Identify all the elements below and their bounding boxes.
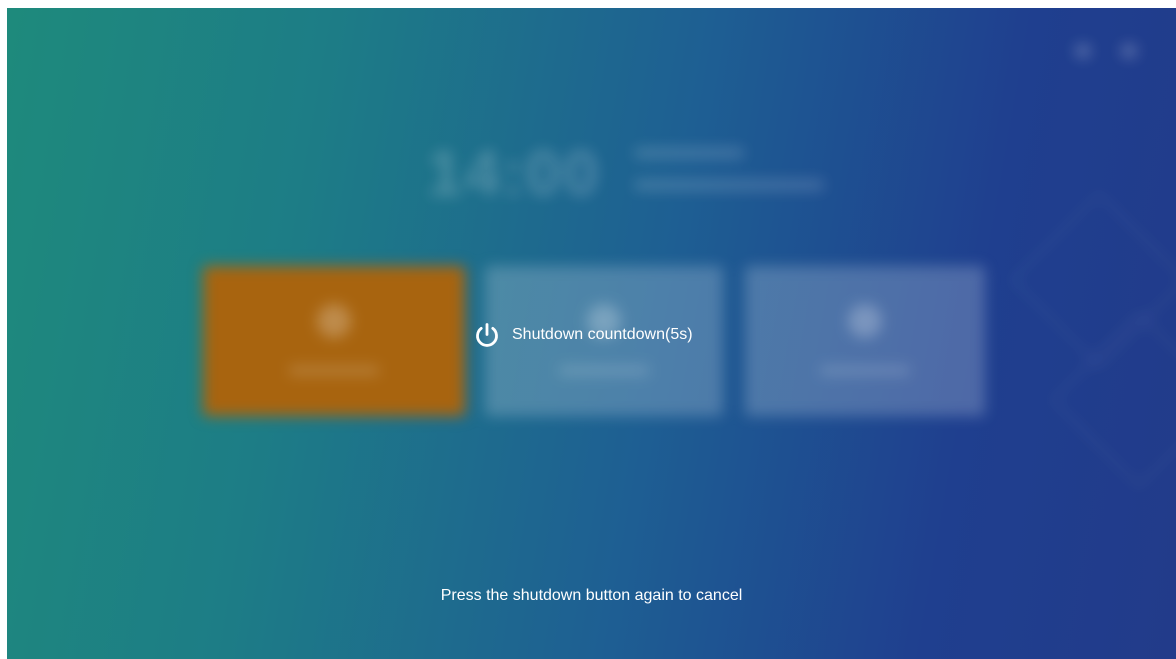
status-icon bbox=[1075, 44, 1091, 58]
tile-label bbox=[559, 366, 649, 375]
shutdown-countdown: Shutdown countdown(5s) bbox=[472, 318, 693, 352]
tile-icon bbox=[317, 304, 351, 338]
shutdown-screen: 14:00 Shutdown countdown(5s) Press the s… bbox=[7, 8, 1176, 659]
background-date bbox=[634, 148, 744, 158]
background-weekday bbox=[634, 180, 824, 190]
launcher-tile-1 bbox=[203, 266, 465, 416]
background-clock: 14:00 bbox=[427, 137, 601, 209]
tile-label bbox=[820, 366, 910, 375]
launcher-tile-3 bbox=[745, 266, 985, 416]
power-icon bbox=[476, 323, 498, 347]
tile-icon bbox=[848, 304, 882, 338]
tile-label bbox=[289, 366, 379, 375]
countdown-text: Shutdown countdown(5s) bbox=[512, 326, 693, 343]
status-icon bbox=[1121, 44, 1137, 58]
cancel-hint: Press the shutdown button again to cance… bbox=[440, 587, 743, 604]
